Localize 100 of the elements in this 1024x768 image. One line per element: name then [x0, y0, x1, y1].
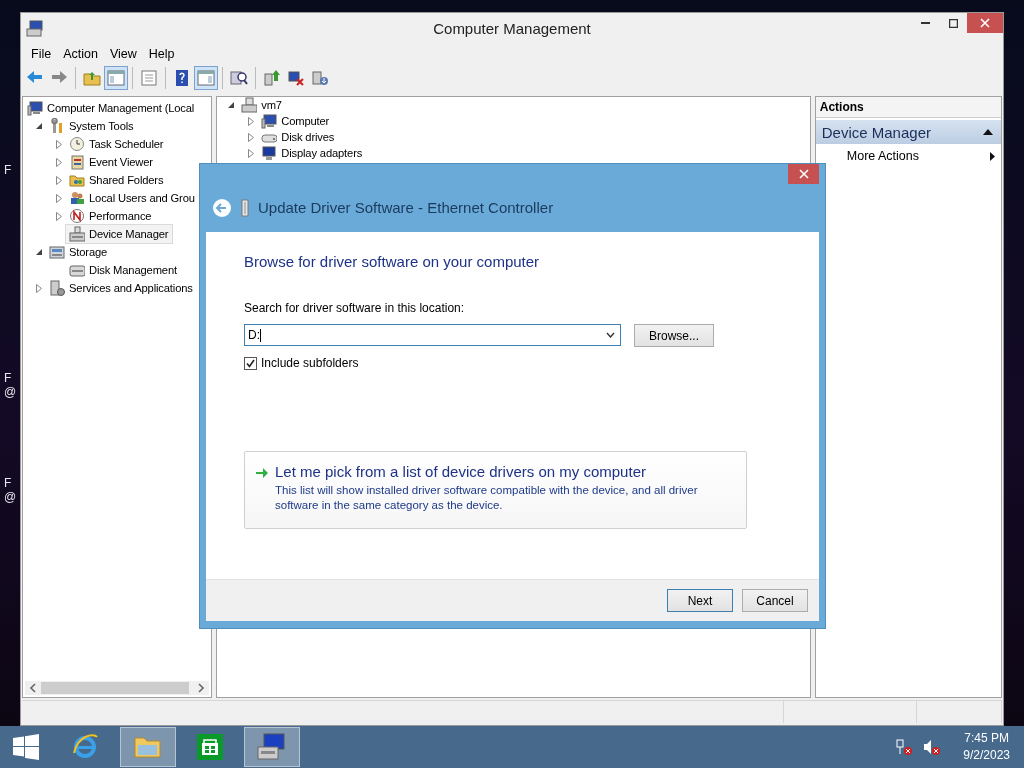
action-link[interactable]: More Actions	[846, 149, 920, 163]
option-description: This list will show installed driver software compatible with the device, and all driver software in the same category as the device.	[275, 483, 699, 513]
desktop-icon-label[interactable]: F	[4, 163, 12, 177]
submenu-arrow-icon	[990, 151, 995, 161]
tree-item-label[interactable]: Shared Folders	[88, 174, 165, 186]
pane-icon	[107, 69, 125, 87]
log-icon	[69, 154, 85, 170]
back-button[interactable]	[212, 197, 232, 218]
tree-item-label[interactable]: Disk drives	[280, 131, 336, 143]
tools-icon	[49, 118, 65, 134]
desktop-icon-label[interactable]: @	[4, 385, 17, 399]
expanded-triangle-icon[interactable]	[227, 101, 235, 109]
tree-item-label[interactable]: Disk Management	[88, 264, 178, 276]
checkmark-icon	[246, 358, 255, 368]
clock-date: 9/2/2023	[963, 747, 1010, 764]
pane-icon	[197, 69, 215, 87]
collapsed-triangle-icon[interactable]	[248, 116, 255, 126]
dialog-title: Update Driver Software - Ethernet Controller	[258, 199, 554, 216]
collapsed-triangle-icon[interactable]	[56, 211, 62, 221]
network-error-icon[interactable]	[895, 739, 914, 755]
update-icon	[263, 69, 281, 87]
tree-item-label[interactable]: Computer	[280, 115, 331, 127]
remove-icon	[287, 69, 305, 87]
close-button[interactable]	[967, 13, 1003, 33]
tree-item-label[interactable]: Local Users and Grou	[88, 192, 196, 204]
cancel-button[interactable]: Cancel	[742, 589, 808, 612]
pane-header: Actions	[815, 97, 1001, 118]
server-icon	[241, 97, 258, 113]
scroll-left-icon[interactable]	[29, 683, 37, 693]
tree-item-label[interactable]: vm7	[260, 99, 283, 111]
tree-toggle-button[interactable]	[104, 66, 128, 90]
scrollbar-thumb[interactable]	[41, 682, 189, 694]
storage-icon	[49, 244, 65, 260]
clock-time: 7:45 PM	[963, 730, 1010, 747]
checkbox-label[interactable]: Include subfolders	[261, 356, 359, 370]
store-icon	[194, 731, 226, 763]
network-adapter-icon	[240, 197, 250, 218]
desktop-icon-label[interactable]: @	[4, 490, 17, 504]
tree-item-label[interactable]: Event Viewer	[88, 156, 154, 168]
collapsed-triangle-icon[interactable]	[248, 132, 255, 142]
collapse-triangle-icon[interactable]	[983, 129, 993, 135]
close-button[interactable]	[788, 164, 819, 184]
browse-button[interactable]: Browse...	[634, 324, 714, 347]
taskbar-button[interactable]	[244, 727, 300, 767]
tree-item-label[interactable]: Services and Applications	[68, 282, 194, 294]
magnifier-icon	[230, 69, 248, 87]
tree-item-label[interactable]: Computer Management (Local	[46, 102, 196, 114]
collapsed-triangle-icon[interactable]	[56, 157, 62, 167]
scroll-right-icon[interactable]	[197, 683, 206, 693]
volume-muted-icon[interactable]	[923, 739, 942, 755]
collapsed-triangle-icon[interactable]	[56, 193, 62, 203]
tree-item-label[interactable]: Device Manager	[88, 228, 170, 240]
collapsed-triangle-icon[interactable]	[56, 175, 62, 185]
folder-icon	[83, 69, 101, 87]
maximize-icon	[948, 18, 958, 28]
device-manager-icon	[69, 226, 85, 242]
field-label: Search for driver software in this location:	[244, 301, 466, 315]
clock-icon	[69, 136, 85, 152]
selected-tree-item[interactable]: Device Manager	[65, 224, 174, 244]
tree-item-label[interactable]: Display adapters	[280, 147, 364, 159]
tree-item-label[interactable]: Storage	[68, 246, 109, 258]
option-card[interactable]: Let me pick from a list of device drivers on my computer This list will show installed driver software compatible with the device, and all driver software in the same category as the device.	[244, 451, 747, 529]
computer-management-icon	[25, 18, 45, 39]
tree-item-label[interactable]: Task Scheduler	[88, 138, 165, 150]
section-title: Device Manager	[821, 123, 931, 141]
menu-item[interactable]: Help	[142, 47, 181, 61]
clock[interactable]: 7:45 PM 9/2/2023	[963, 730, 1010, 764]
tree-item-label[interactable]: System Tools	[68, 120, 135, 132]
menu-item[interactable]: File	[25, 47, 58, 61]
tree-item-label[interactable]: Performance	[88, 210, 153, 222]
collapsed-triangle-icon[interactable]	[36, 283, 42, 293]
services-icon	[49, 280, 65, 296]
dialog-heading: Browse for driver software on your computer	[244, 253, 541, 270]
display-icon	[261, 145, 278, 161]
menu-item[interactable]: View	[103, 47, 143, 61]
location-combo-box[interactable]: D:	[244, 324, 621, 346]
minimize-icon	[920, 22, 930, 24]
computer-management-icon	[256, 731, 288, 763]
action-section[interactable]: Device Manager	[815, 120, 1001, 144]
right-arrow-icon	[255, 467, 269, 479]
close-icon	[798, 169, 809, 179]
expanded-triangle-icon[interactable]	[35, 122, 43, 130]
menu-item[interactable]: Action	[57, 47, 104, 61]
desktop-icon-label[interactable]: F	[4, 371, 12, 385]
collapsed-triangle-icon[interactable]	[56, 139, 62, 149]
window-title: Computer Management	[433, 20, 591, 37]
help-icon	[173, 69, 191, 87]
desktop-icon-label[interactable]: F	[4, 476, 12, 490]
next-button[interactable]: Next	[667, 589, 733, 612]
computer-icon	[27, 100, 43, 116]
collapsed-triangle-icon[interactable]	[248, 148, 255, 158]
download-icon	[311, 69, 329, 87]
computer-icon	[261, 113, 278, 129]
close-icon	[980, 18, 990, 28]
expanded-triangle-icon[interactable]	[35, 248, 43, 256]
checkbox[interactable]	[244, 356, 257, 370]
option-title[interactable]: Let me pick from a list of device drivers on my computer	[275, 463, 735, 480]
windows-logo-icon[interactable]	[13, 734, 39, 760]
folder-icon	[69, 172, 85, 188]
sheet-icon	[140, 69, 158, 87]
